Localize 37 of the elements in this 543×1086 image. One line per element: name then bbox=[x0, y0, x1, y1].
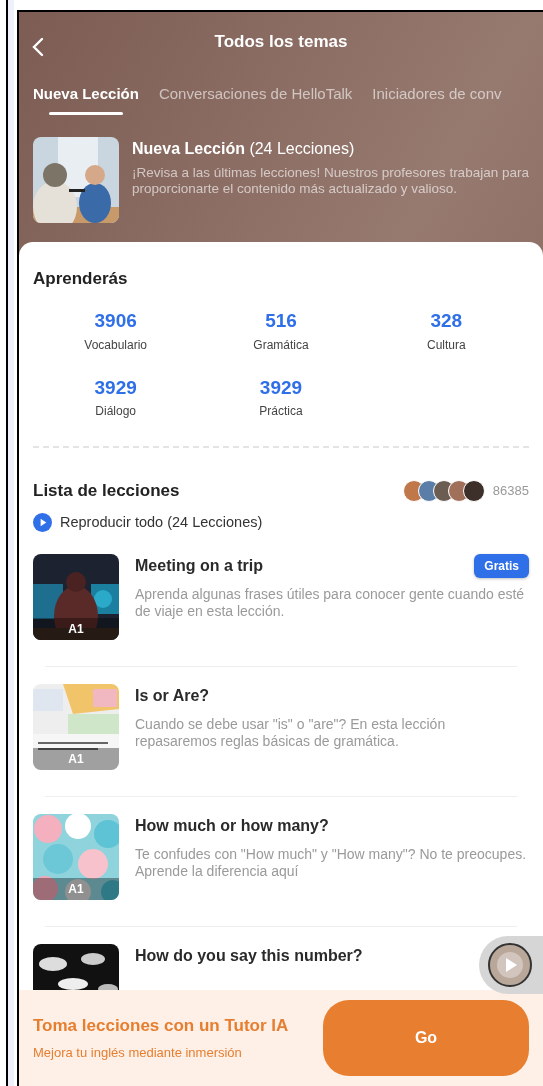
screen-title: Todos los temas bbox=[214, 30, 348, 53]
lesson-title: Meeting on a trip bbox=[135, 555, 263, 576]
stat-value: 3929 bbox=[259, 376, 303, 400]
section-heading: Aprenderás bbox=[33, 268, 129, 290]
stat-label: Gramática bbox=[253, 337, 309, 354]
learner-count: 86385 bbox=[492, 482, 529, 501]
avatar-icon bbox=[462, 480, 485, 503]
level-label: A1 bbox=[68, 750, 84, 768]
level-label: A1 bbox=[68, 620, 84, 638]
section-heading: Lista de lecciones bbox=[33, 480, 180, 503]
free-tag: Gratis bbox=[474, 553, 529, 578]
play-all-link[interactable]: Reproducir todo (24 Lecciones) bbox=[33, 512, 529, 534]
level-label: A1 bbox=[68, 880, 84, 898]
stat-label: Cultura bbox=[426, 337, 466, 354]
stat-label: Práctica bbox=[259, 403, 303, 421]
course-title: Nueva Lección (24 Lecciones) bbox=[132, 139, 356, 159]
go-button[interactable]: Go bbox=[323, 1000, 529, 1076]
lesson-title: How do you say this number? bbox=[135, 945, 363, 966]
play-icon bbox=[33, 513, 52, 533]
stat-label: Diálogo bbox=[95, 403, 136, 421]
tab[interactable]: Iniciadores de conv bbox=[372, 82, 502, 115]
lesson-title: How much or how many? bbox=[135, 815, 329, 836]
lesson-title: Is or Are? bbox=[135, 685, 210, 706]
tab[interactable]: Nueva Lección bbox=[33, 82, 139, 115]
lesson-description: Cuando se debe usar "is" o "are"? En esta lección repasaremos reglas básicas de gramática. bbox=[135, 715, 447, 750]
stat-label: Vocabulario bbox=[84, 337, 147, 354]
tab[interactable]: Conversaciones de HelloTalk bbox=[158, 82, 353, 115]
lesson-description: Te confudes con "How much" y "How many"? No te preocupes. Aprende la diferencia aquí bbox=[135, 845, 528, 880]
promo-subtitle: Mejora tu inglés mediante inmersión bbox=[33, 1044, 243, 1062]
promo-title: Toma lecciones con un Tutor IA bbox=[33, 1015, 289, 1038]
play-button[interactable] bbox=[488, 943, 532, 987]
stat-value: 3929 bbox=[94, 376, 137, 400]
lesson-description: Aprenda algunas frases útiles para conocer gente cuando esté de viaje en esta lección. bbox=[135, 585, 526, 620]
course-description: ¡Revisa a las últimas lecciones! Nuestros profesores trabajan para proporcionarte el contenido más actualizado y valioso. bbox=[132, 165, 529, 198]
stat-value: 328 bbox=[430, 309, 463, 334]
stat-value: 3906 bbox=[94, 309, 137, 334]
stat-value: 516 bbox=[265, 309, 297, 334]
